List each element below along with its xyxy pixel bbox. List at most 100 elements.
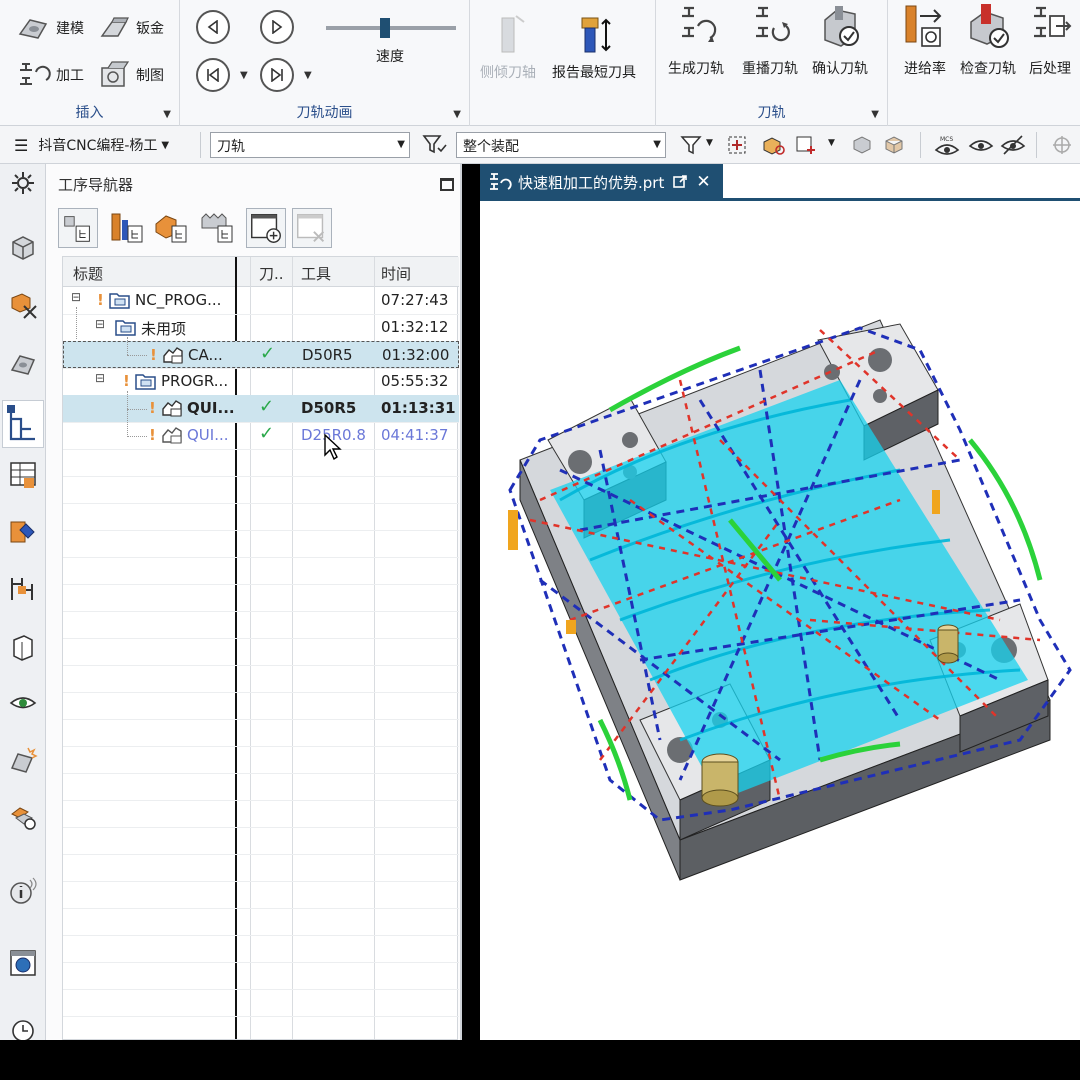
crosshair-icon[interactable] <box>1050 134 1074 156</box>
column-header-tool[interactable]: 工具 <box>301 263 331 284</box>
features-icon[interactable] <box>8 632 38 662</box>
machining-button[interactable]: 加工 <box>16 60 84 90</box>
assembly-scope-select[interactable]: 整个装配 ▼ <box>456 132 666 158</box>
modeling-button[interactable]: 建模 <box>16 14 84 42</box>
rewind-button[interactable] <box>196 58 230 92</box>
selection-filter-icon[interactable] <box>680 134 702 156</box>
part-file-tab[interactable]: 快速粗加工的优势.prt ✕ <box>480 164 723 200</box>
table-row[interactable]: ⊟ ! PROGR... 05:55:32 <box>63 368 459 395</box>
column-header-time[interactable]: 时间 <box>381 263 411 284</box>
verify-toolpath-button[interactable]: 确认刀轨 <box>812 2 868 78</box>
create-operation-icon[interactable] <box>246 208 286 248</box>
operation-navigator-tab[interactable] <box>2 400 44 448</box>
hide-eye-icon[interactable] <box>1000 134 1026 156</box>
post-group: 进给率 检查刀轨 后处理 <box>888 0 1080 126</box>
show-eye-icon[interactable] <box>968 134 994 156</box>
replay-toolpath-button[interactable]: 重播刀轨 <box>742 2 798 78</box>
report-shortest-tool-button[interactable]: 报告最短刀具 <box>552 12 636 82</box>
table-row[interactable]: ⊟ 未用项 01:32:12 <box>63 314 459 341</box>
reuse-library-icon[interactable] <box>8 516 38 546</box>
process-navigator-icon[interactable] <box>8 574 38 604</box>
speed-slider[interactable] <box>326 18 456 38</box>
geometry-view-icon[interactable] <box>152 208 192 248</box>
side-tilt-axis-button[interactable]: 侧倾刀轴 <box>480 12 536 82</box>
part-navigator-icon[interactable] <box>8 350 38 380</box>
type-filter-select[interactable]: 刀轨 ▼ <box>210 132 410 158</box>
row-title: CA... <box>188 346 223 364</box>
assembly-navigator-icon[interactable] <box>8 232 38 262</box>
select-body-icon[interactable] <box>760 134 786 156</box>
mouse-cursor-icon <box>324 433 342 461</box>
machine-tool-navigator-icon[interactable] <box>8 460 38 490</box>
fast-forward-button[interactable] <box>260 58 294 92</box>
toolpath-group-dropdown-icon[interactable]: ▼ <box>871 109 879 120</box>
tree-collapse-icon[interactable]: ⊟ <box>95 317 105 331</box>
row-title: 未用项 <box>141 320 187 338</box>
grid-line <box>63 881 459 882</box>
chevron-down-icon: ▼ <box>653 139 661 150</box>
snap-point-icon[interactable] <box>726 134 750 156</box>
rewind-dropdown-icon[interactable]: ▼ <box>240 70 248 81</box>
check-toolpath-button[interactable]: 检查刀轨 <box>960 2 1016 78</box>
generate-toolpath-icon <box>682 6 717 42</box>
maximize-icon[interactable] <box>440 178 454 191</box>
speed-slider-thumb[interactable] <box>380 18 390 38</box>
select-face-dropdown-icon[interactable]: ▼ <box>828 138 835 148</box>
close-icon[interactable]: ✕ <box>696 172 710 192</box>
postprocess-button[interactable]: 后处理 <box>1028 2 1072 78</box>
tool-length-icon <box>581 17 611 53</box>
insert-group-dropdown-icon[interactable]: ▼ <box>163 109 171 120</box>
table-row[interactable]: ! CA... ✓ D50R5 01:32:00 <box>63 341 459 368</box>
menu-button[interactable]: ☰ 抖音CNC编程-杨工 ▼ <box>14 135 169 155</box>
grid-line <box>63 692 459 693</box>
tree-collapse-icon[interactable]: ⊟ <box>95 371 105 385</box>
shaded-cube-icon[interactable] <box>850 134 874 156</box>
table-row[interactable]: ⊟ ! NC_PROG... 07:27:43 <box>63 287 459 314</box>
mcs-view-icon[interactable]: MCS <box>934 134 960 158</box>
column-header-path[interactable]: 刀.. <box>259 263 284 284</box>
fast-forward-dropdown-icon[interactable]: ▼ <box>304 70 312 81</box>
filter-icon[interactable] <box>422 134 448 156</box>
step-forward-button[interactable] <box>260 10 294 44</box>
grid-line <box>63 908 459 909</box>
graphics-viewport[interactable]: 快速粗加工的优势.prt ✕ <box>480 164 1080 1040</box>
animation-group-dropdown-icon[interactable]: ▼ <box>453 109 461 120</box>
drafting-button[interactable]: 制图 <box>98 60 164 90</box>
table-row[interactable]: ! QUI... ✓ D25R0.8 04:41:37 <box>63 422 459 449</box>
chevron-down-icon: ▼ <box>397 139 405 150</box>
operation-navigator: 工序导航器 标题 刀.. 工具 时间 ⊟ ! NC_PROG... 07:27:… <box>46 164 462 1040</box>
drafting-icon <box>101 61 130 87</box>
web-browser-icon[interactable] <box>8 948 38 978</box>
machine-tool-view-icon[interactable] <box>106 208 146 248</box>
table-row[interactable]: ! QUI... ✓ D50R5 01:13:31 <box>63 395 459 422</box>
svg-text:MCS: MCS <box>940 136 953 143</box>
menu-label: 抖音CNC编程-杨工 <box>38 138 158 154</box>
settings-gear-icon[interactable] <box>8 168 38 198</box>
tree-collapse-icon[interactable]: ⊟ <box>71 290 81 304</box>
select-face-icon[interactable] <box>794 134 820 156</box>
operation-tree-table: 标题 刀.. 工具 时间 ⊟ ! NC_PROG... 07:27:43 ⊟ 未… <box>62 256 459 1040</box>
history-part-icon[interactable] <box>8 746 38 776</box>
selection-filter-dropdown-icon[interactable]: ▼ <box>706 138 713 148</box>
menu-icon: ☰ <box>14 135 29 155</box>
part-file-name: 快速粗加工的优势.prt <box>518 173 665 192</box>
delete-operation-icon[interactable] <box>292 208 332 248</box>
info-icon[interactable] <box>8 876 38 906</box>
wireframe-cube-icon[interactable] <box>882 134 906 156</box>
verify-toolpath-icon <box>824 6 859 47</box>
roles-icon[interactable] <box>8 802 38 832</box>
constraint-navigator-icon[interactable] <box>8 290 38 320</box>
menu-dropdown-icon: ▼ <box>161 139 170 151</box>
program-order-view-icon[interactable] <box>58 208 98 248</box>
visibility-eye-icon[interactable] <box>8 688 38 718</box>
row-time: 05:55:32 <box>381 372 449 390</box>
feedrate-button[interactable]: 进给率 <box>900 2 950 78</box>
step-back-button[interactable] <box>196 10 230 44</box>
column-header-title[interactable]: 标题 <box>73 263 103 284</box>
machining-method-view-icon[interactable] <box>198 208 238 248</box>
generate-toolpath-button[interactable]: 生成刀轨 <box>668 2 724 78</box>
undock-icon[interactable] <box>672 174 688 190</box>
sheet-metal-button[interactable]: 钣金 <box>98 14 164 42</box>
assembly-scope-value: 整个装配 <box>463 139 519 155</box>
tree-connector <box>127 391 128 437</box>
